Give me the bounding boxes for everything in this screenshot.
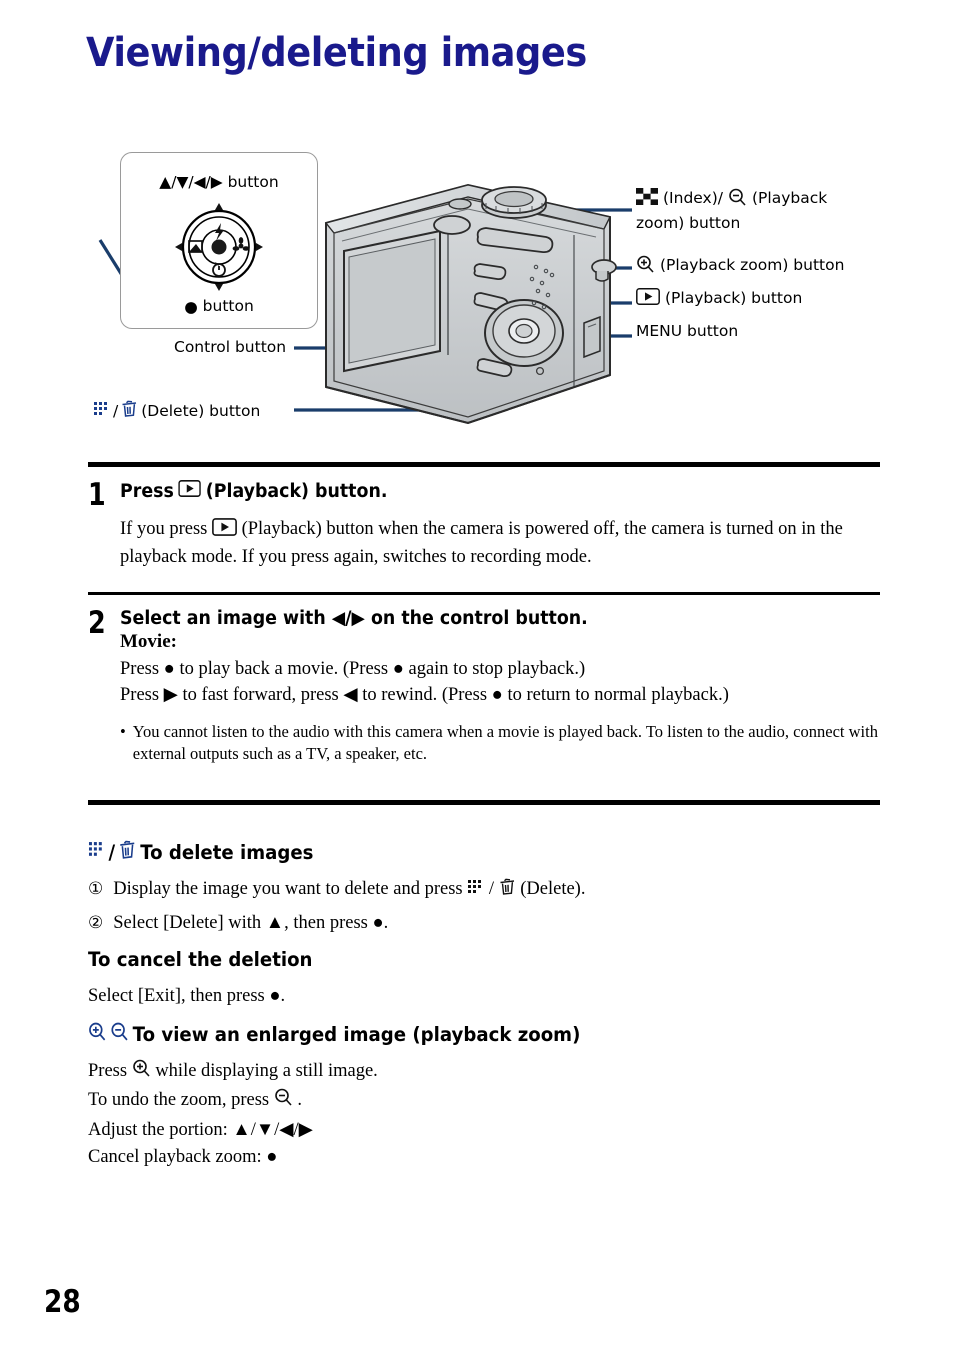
playback-zoom-heading: To view an enlarged image (playback zoom… bbox=[88, 1022, 580, 1047]
control-button-callout-box: ▲/▼/◀/▶ button ● button bbox=[120, 152, 318, 329]
page-number: 28 bbox=[44, 1284, 81, 1320]
center-dot-icon: ● bbox=[184, 297, 198, 316]
index-grid-icon bbox=[88, 841, 105, 864]
step-2: 2 Select an image with ◀/▶ on the contro… bbox=[88, 608, 888, 765]
callout-menu: MENU button bbox=[636, 322, 739, 340]
arrow-buttons-label: ▲/▼/◀/▶ button bbox=[159, 173, 279, 191]
movie-ff-line: Press ▶ to fast forward, press ◀ to rewi… bbox=[120, 685, 729, 706]
step-1: 1 Press (Playback) button. If you press bbox=[88, 480, 888, 571]
divider-step1-step2 bbox=[88, 592, 880, 595]
control-button-label: Control button bbox=[174, 338, 287, 356]
divider-top bbox=[88, 462, 880, 467]
center-button-label: ● button bbox=[184, 297, 254, 316]
callout-playback-zoom-in: (Playback zoom) button bbox=[636, 255, 844, 280]
zoom-line-3: Adjust the portion: ▲/▼/◀/▶ bbox=[88, 1119, 313, 1140]
delete-button-label: / (Delete) button bbox=[93, 400, 260, 422]
step-2-body: Movie: Press ● to play back a movie. (Pr… bbox=[120, 629, 888, 765]
camera-diagram: ▲/▼/◀/▶ button ● button Control button /… bbox=[0, 140, 954, 450]
callout-index-line2: zoom) button bbox=[636, 213, 741, 232]
index-grid-icon bbox=[93, 401, 110, 422]
cancel-deletion-heading: To cancel the deletion bbox=[88, 948, 313, 971]
manual-page: Viewing/deleting images ▲/▼/◀/▶ button ●… bbox=[0, 0, 954, 1357]
zoom-out-magnifier-icon bbox=[110, 1022, 129, 1047]
step-1-body: If you press (Playback) button when the … bbox=[120, 518, 843, 568]
playback-icon bbox=[178, 480, 202, 502]
zoom-in-magnifier-icon bbox=[88, 1022, 107, 1047]
zoom-out-magnifier-icon bbox=[274, 1088, 293, 1116]
slash-separator: / bbox=[488, 879, 494, 899]
delete-steps-list: ① Display the image you want to delete a… bbox=[88, 878, 585, 946]
step-2-heading: Select an image with ◀/▶ on the control … bbox=[120, 608, 588, 629]
delete-images-heading: / To delete images bbox=[88, 840, 313, 865]
control-wheel-illustration bbox=[169, 201, 269, 297]
zoom-line-4: Cancel playback zoom: ● bbox=[88, 1147, 278, 1168]
list-item: ② Select [Delete] with ▲, then press ●. bbox=[88, 913, 389, 934]
list-item: ① Display the image you want to delete a… bbox=[88, 878, 585, 901]
trash-icon bbox=[119, 840, 137, 865]
zoom-in-magnifier-icon bbox=[636, 255, 655, 280]
zoom-line-1: Press while displaying a still image. bbox=[88, 1058, 378, 1087]
zoom-out-magnifier-icon bbox=[728, 188, 747, 213]
zoom-line-2: To undo the zoom, press . bbox=[88, 1087, 378, 1116]
step-1-heading: Press (Playback) button. bbox=[120, 480, 388, 502]
step-1-number: 1 bbox=[88, 477, 106, 513]
trash-icon bbox=[121, 400, 138, 422]
step-2-number: 2 bbox=[88, 605, 106, 641]
camera-illustration bbox=[318, 175, 628, 440]
movie-label: Movie: bbox=[120, 631, 177, 652]
index-grid-icon bbox=[467, 879, 484, 901]
callout-index-zoomout: (Index)/ (Playback zoom) button bbox=[636, 188, 886, 234]
circled-number-1: ① bbox=[88, 879, 104, 898]
movie-play-line: Press ● to play back a movie. (Press ● a… bbox=[120, 658, 586, 679]
divider-bottom bbox=[88, 800, 880, 805]
callout-playback: (Playback) button bbox=[636, 288, 802, 311]
playback-zoom-text: Press while displaying a still image. To… bbox=[88, 1058, 378, 1172]
movie-audio-note: • You cannot listen to the audio with th… bbox=[120, 721, 888, 766]
bullet-icon: • bbox=[120, 721, 126, 741]
index-checker-icon bbox=[636, 188, 658, 211]
slash-separator: / bbox=[113, 402, 119, 420]
slash-separator: / bbox=[108, 841, 116, 864]
trash-icon bbox=[499, 878, 516, 901]
cancel-deletion-text: Select [Exit], then press ●. bbox=[88, 986, 286, 1006]
playback-icon bbox=[212, 518, 237, 544]
circled-number-2: ② bbox=[88, 913, 104, 933]
zoom-in-magnifier-icon bbox=[132, 1059, 151, 1087]
playback-icon bbox=[636, 288, 660, 311]
page-title: Viewing/deleting images bbox=[86, 30, 587, 76]
